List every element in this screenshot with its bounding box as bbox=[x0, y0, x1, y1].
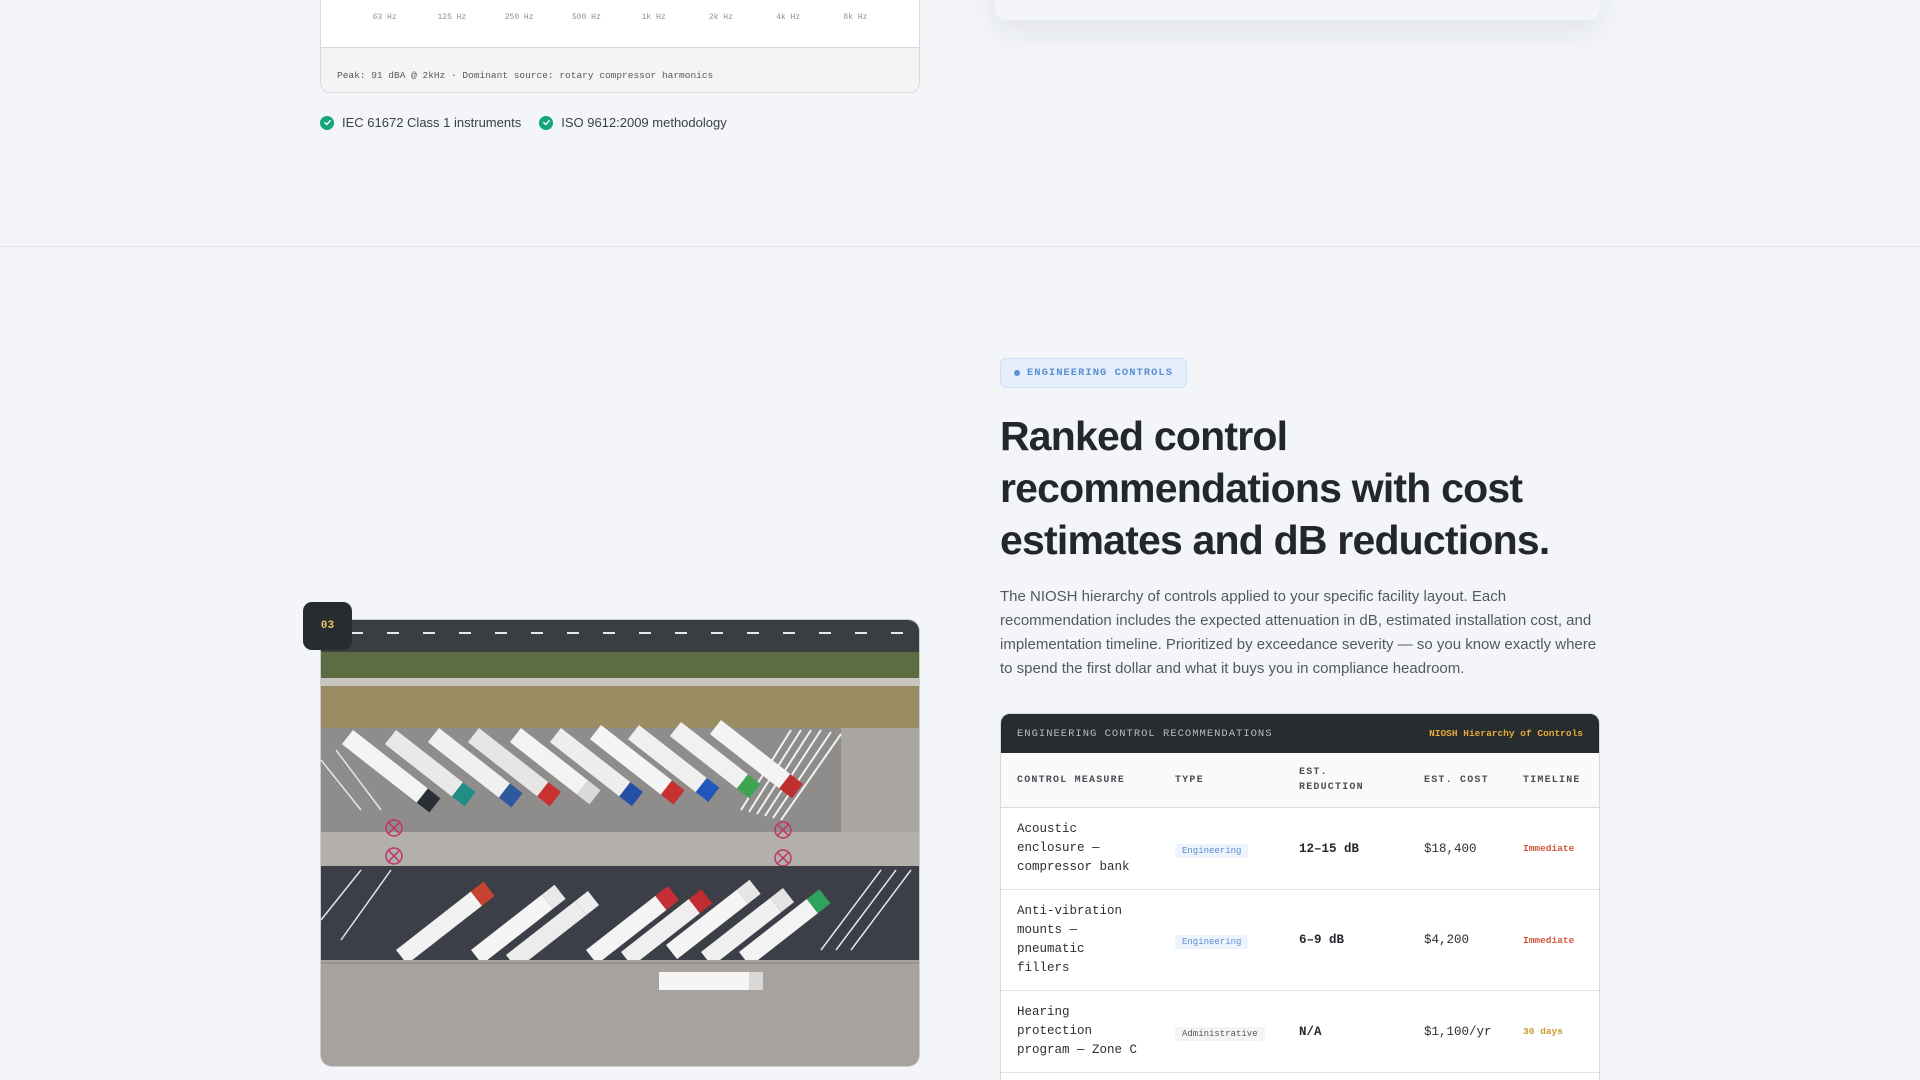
cell-reduction: 12–15 dB bbox=[1299, 841, 1360, 856]
table-row: Acoustic enclosure — compressor bank Eng… bbox=[1001, 808, 1599, 890]
spectrum-card: 63 Hz 125 Hz 250 Hz 500 Hz 1k Hz 2k Hz 4… bbox=[320, 0, 920, 93]
spectrum-footer: Peak: 91 dBA @ 2kHz · Dominant source: r… bbox=[321, 47, 919, 92]
cell-control-measure: Acoustic enclosure — compressor bank bbox=[1017, 822, 1130, 874]
cell-reduction: 6–9 dB bbox=[1299, 933, 1345, 947]
cell-cost: $1,100/yr bbox=[1424, 1024, 1492, 1039]
type-badge: Engineering bbox=[1175, 843, 1249, 858]
table-header-bar: ENGINEERING CONTROL RECOMMENDATIONS NIOS… bbox=[1001, 714, 1599, 753]
freq-label-250: 250 Hz bbox=[504, 13, 534, 22]
check-circle-icon bbox=[539, 115, 554, 130]
cell-control-measure: Hearing protection program — Zone C bbox=[1017, 1005, 1138, 1057]
freq-label-1k: 1k Hz bbox=[641, 13, 666, 22]
certification-row: IEC 61672 Class 1 instruments ISO 9612:2… bbox=[320, 115, 727, 130]
table-row: Anti-vibration mounts — pneumatic filler… bbox=[1001, 890, 1599, 991]
table-row: Hearing protection program — Zone C Admi… bbox=[1001, 991, 1599, 1073]
table-column-headers: CONTROL MEASURE TYPE EST. REDUCTION EST.… bbox=[1001, 753, 1599, 808]
column-header-measure: CONTROL MEASURE bbox=[1017, 774, 1126, 786]
section-tag-label: ENGINEERING CONTROLS bbox=[1027, 367, 1174, 379]
frequency-axis: 63 Hz 125 Hz 250 Hz 500 Hz 1k Hz 2k Hz 4… bbox=[321, 13, 919, 22]
freq-label-8k: 8k Hz bbox=[843, 13, 868, 22]
cell-timeline: Immediate bbox=[1523, 843, 1575, 854]
spectrum-peak-text: Peak: 91 dBA @ 2kHz · Dominant source: r… bbox=[337, 70, 714, 81]
section-headline: Ranked control recommendations with cost… bbox=[1000, 413, 1550, 563]
cell-reduction: N/A bbox=[1299, 1024, 1322, 1039]
section-divider bbox=[0, 246, 1920, 247]
table-subtitle: NIOSH Hierarchy of Controls bbox=[1429, 728, 1583, 739]
certification-iso: ISO 9612:2009 methodology bbox=[539, 115, 727, 130]
type-badge: Engineering bbox=[1175, 935, 1249, 949]
freq-label-125: 125 Hz bbox=[437, 13, 467, 22]
aerial-illustration bbox=[321, 620, 919, 1066]
cell-timeline: Immediate bbox=[1523, 934, 1575, 946]
cell-control-measure: Anti-vibration mounts — pneumatic filler… bbox=[1017, 904, 1123, 975]
cell-timeline: 30 days bbox=[1523, 1026, 1563, 1037]
column-header-timeline: TIMELINE bbox=[1523, 774, 1581, 786]
freq-label-2k: 2k Hz bbox=[708, 13, 733, 22]
freq-label-4k: 4k Hz bbox=[776, 13, 801, 22]
table-title: ENGINEERING CONTROL RECOMMENDATIONS bbox=[1017, 727, 1273, 740]
tag-dot-icon bbox=[1014, 370, 1020, 376]
column-header-reduction: EST. REDUCTION bbox=[1299, 767, 1364, 793]
control-recommendations-table: ENGINEERING CONTROL RECOMMENDATIONS NIOS… bbox=[1000, 713, 1600, 1080]
right-card-shadow bbox=[995, 0, 1600, 20]
cell-cost: $18,400 bbox=[1424, 841, 1477, 856]
check-circle-icon bbox=[320, 115, 334, 130]
step-number-badge: 03 bbox=[303, 602, 352, 650]
section-tag: ENGINEERING CONTROLS bbox=[1000, 358, 1188, 388]
certification-label: ISO 9612:2009 methodology bbox=[561, 115, 727, 130]
column-header-type: TYPE bbox=[1175, 774, 1204, 786]
step-number: 03 bbox=[320, 620, 335, 632]
certification-iec: IEC 61672 Class 1 instruments bbox=[320, 115, 521, 130]
cell-cost: $4,200 bbox=[1424, 933, 1470, 947]
type-badge: Administrative bbox=[1175, 1026, 1265, 1041]
certification-label: IEC 61672 Class 1 instruments bbox=[342, 115, 522, 130]
freq-label-500: 500 Hz bbox=[571, 13, 601, 22]
column-header-cost: EST. COST bbox=[1424, 774, 1489, 786]
aerial-facility-photo bbox=[320, 619, 920, 1067]
freq-label-63: 63 Hz bbox=[372, 13, 397, 22]
section-description: The NIOSH hierarchy of controls applied … bbox=[1000, 588, 1597, 677]
